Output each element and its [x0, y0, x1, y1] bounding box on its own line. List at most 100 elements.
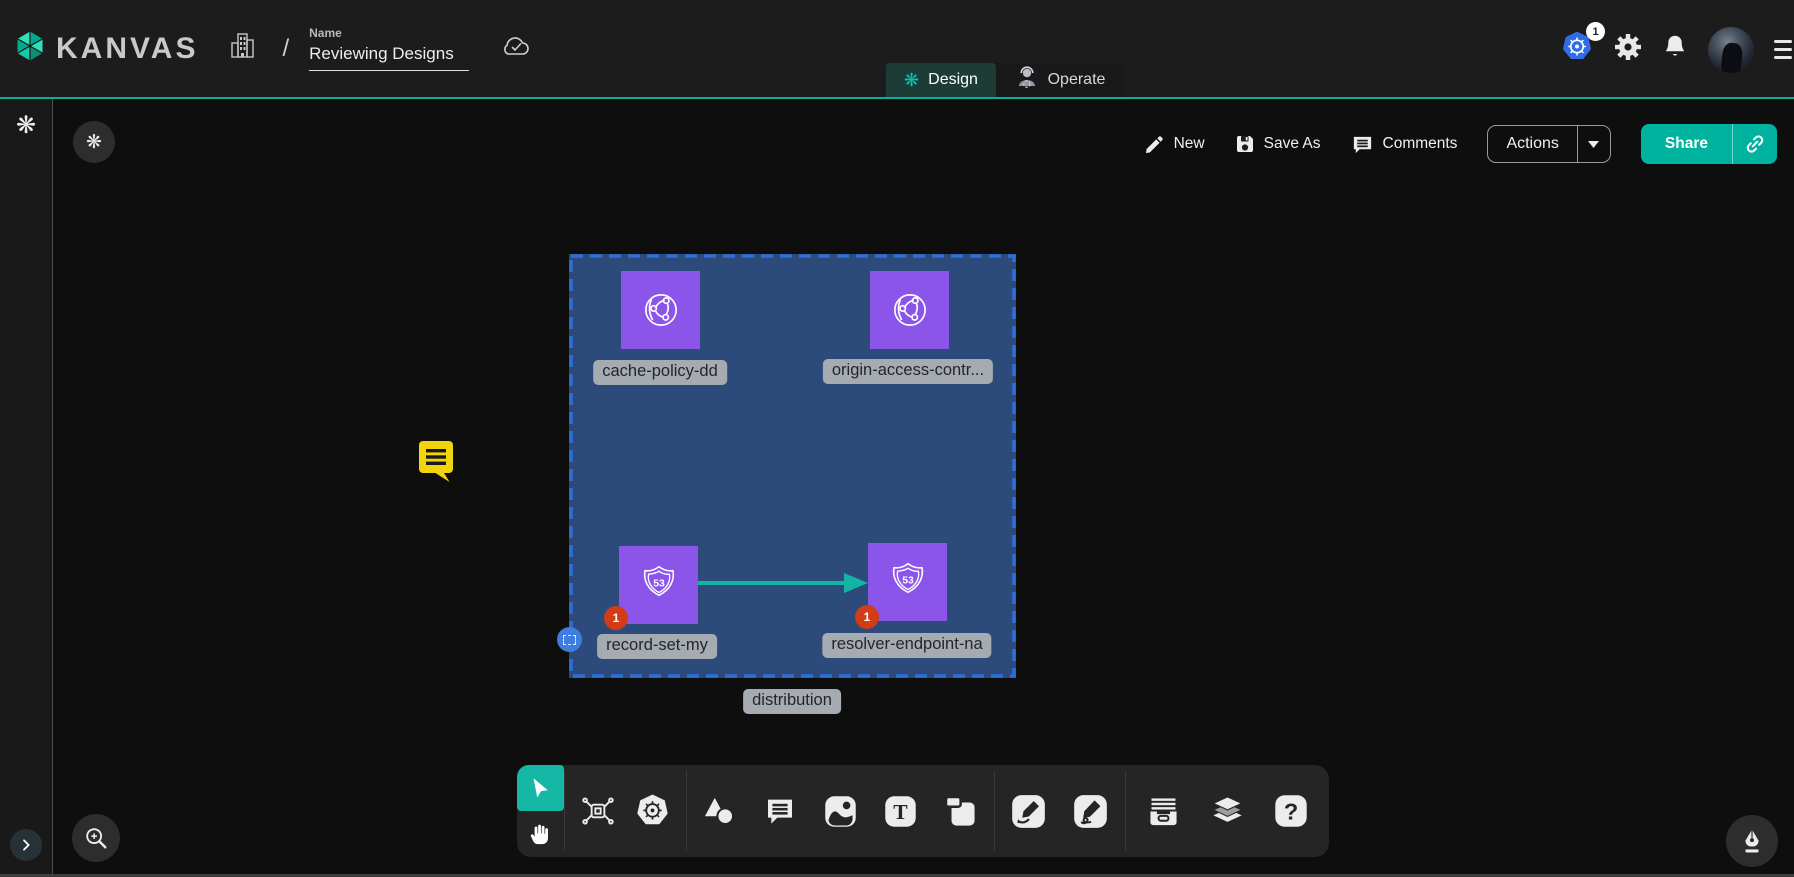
- chevron-down-icon: [1588, 141, 1599, 148]
- mode-tabs: ❋ Design Operate: [886, 63, 1124, 97]
- kubernetes-helm-icon: [634, 793, 671, 830]
- group-label-distribution[interactable]: distribution: [743, 689, 841, 714]
- operator-headset-icon: [1015, 65, 1039, 96]
- selection-group-distribution[interactable]: 53 53 cache-policy-dd origin-access-cont…: [569, 254, 1016, 678]
- tool-layers[interactable]: [1208, 792, 1246, 830]
- organization-icon[interactable]: [228, 31, 256, 66]
- tool-hand[interactable]: [517, 811, 564, 857]
- design-swirl-icon: ❋: [904, 71, 919, 89]
- pointer-tools-column: [517, 765, 564, 857]
- svg-text:53: 53: [653, 579, 665, 590]
- node-label-record-set[interactable]: record-set-my: [597, 634, 717, 659]
- text-icon: T: [884, 795, 917, 828]
- user-avatar[interactable]: [1708, 27, 1754, 73]
- node-cache-policy[interactable]: [621, 271, 700, 349]
- tool-comment[interactable]: [761, 792, 799, 830]
- node-label-cache-policy[interactable]: cache-policy-dd: [593, 360, 727, 385]
- handle-square-icon: [563, 635, 576, 645]
- kanvas-logo[interactable]: KANVAS: [14, 28, 198, 69]
- meshery-swirl-icon[interactable]: ❋: [16, 111, 36, 140]
- actions-label: Actions: [1506, 135, 1558, 153]
- tool-text[interactable]: T: [881, 792, 919, 830]
- svg-text:53: 53: [902, 576, 914, 587]
- layers-icon: [1209, 793, 1246, 829]
- cloudfront-globe-icon: [637, 286, 685, 334]
- menu-hamburger-icon[interactable]: [1774, 40, 1792, 59]
- node-label-resolver-endpoint[interactable]: resolver-endpoint-na: [822, 633, 991, 658]
- brand-name: KANVAS: [56, 32, 198, 66]
- share-split-button: Share: [1641, 124, 1777, 164]
- app-header: KANVAS / Name ❋ Design: [0, 0, 1794, 99]
- new-button[interactable]: New: [1144, 134, 1205, 155]
- comment-bubble-icon: [764, 795, 796, 827]
- drawer-archive-icon: [1145, 794, 1182, 829]
- node-resolver-endpoint[interactable]: 53: [868, 543, 947, 621]
- design-canvas[interactable]: ❋ New Save As: [54, 99, 1794, 877]
- name-field-label: Name: [309, 26, 469, 40]
- cloud-sync-icon[interactable]: [499, 33, 533, 64]
- drawing-tools-group: [995, 765, 1125, 857]
- tab-operate[interactable]: Operate: [996, 63, 1124, 97]
- node-label-origin-access[interactable]: origin-access-contr...: [823, 359, 993, 384]
- floppy-save-icon: [1235, 134, 1255, 154]
- canvas-settings-button[interactable]: ❋: [73, 121, 115, 163]
- tool-image[interactable]: [821, 792, 859, 830]
- tab-design-label: Design: [928, 71, 978, 89]
- copy-link-button[interactable]: [1733, 124, 1777, 164]
- tool-cursor[interactable]: [517, 765, 564, 811]
- comment-yellow-icon: [413, 437, 459, 485]
- magnifier-plus-icon: [83, 825, 109, 851]
- svg-text:?: ?: [1284, 799, 1298, 825]
- comments-label: Comments: [1383, 135, 1458, 153]
- node-record-set[interactable]: 53: [619, 546, 698, 624]
- shapes-icon: [703, 795, 737, 827]
- tool-shapes[interactable]: [701, 792, 739, 830]
- svg-text:T: T: [893, 800, 908, 824]
- pen-nib-icon: [1738, 827, 1766, 855]
- chevron-right-icon: [18, 837, 34, 853]
- notifications-bell-icon[interactable]: [1662, 33, 1688, 66]
- zoom-in-button[interactable]: [72, 814, 120, 862]
- tool-pencil-scribble[interactable]: [1072, 792, 1110, 830]
- tool-components-circuit[interactable]: [579, 792, 617, 830]
- cursor-arrow-icon: [529, 776, 551, 800]
- tab-design[interactable]: ❋ Design: [886, 63, 996, 97]
- design-name-input[interactable]: [309, 42, 469, 71]
- save-as-button[interactable]: Save As: [1235, 134, 1321, 154]
- tools-toolbar: T: [517, 765, 1329, 857]
- tool-drawer[interactable]: [1144, 792, 1182, 830]
- comment-marker[interactable]: [413, 437, 459, 490]
- hand-pan-icon: [528, 821, 553, 847]
- pencil-icon: [1144, 134, 1165, 155]
- actions-button[interactable]: Actions: [1488, 126, 1576, 162]
- actions-dropdown-caret[interactable]: [1578, 126, 1610, 162]
- selection-resize-handle[interactable]: [557, 627, 582, 652]
- tab-operate-label: Operate: [1048, 71, 1106, 89]
- comments-button[interactable]: Comments: [1351, 133, 1458, 156]
- header-right-cluster: 1: [1560, 0, 1794, 99]
- settings-gear-icon[interactable]: [1614, 33, 1642, 66]
- question-mark-icon: ?: [1274, 794, 1308, 828]
- kubernetes-context-button[interactable]: 1: [1560, 30, 1594, 69]
- comment-bubble-icon: [1351, 133, 1374, 156]
- canvas-action-toolbar: New Save As Comments: [1144, 123, 1777, 165]
- tool-sticky-note[interactable]: [941, 792, 979, 830]
- breadcrumb-separator: /: [282, 35, 289, 63]
- sidebar-expand-button[interactable]: [10, 829, 42, 861]
- new-label: New: [1174, 135, 1205, 153]
- route53-shield-icon: 53: [635, 561, 683, 609]
- annotation-tools-group: T: [687, 765, 994, 857]
- save-as-label: Save As: [1264, 135, 1321, 153]
- infrastructure-tools-group: [565, 765, 686, 857]
- tool-help[interactable]: ?: [1272, 792, 1310, 830]
- share-button[interactable]: Share: [1641, 124, 1732, 164]
- whiteboard-pen-button[interactable]: [1726, 815, 1778, 867]
- tool-pen-path[interactable]: [1010, 792, 1048, 830]
- tool-kubernetes[interactable]: [634, 792, 672, 830]
- node-origin-access[interactable]: [870, 271, 949, 349]
- kanvas-hexagon-icon: [14, 28, 46, 69]
- actions-split-button: Actions: [1487, 125, 1610, 163]
- circuit-chip-icon: [580, 793, 616, 829]
- pen-path-icon: [1011, 794, 1046, 829]
- flower-gear-icon: ❋: [86, 131, 102, 154]
